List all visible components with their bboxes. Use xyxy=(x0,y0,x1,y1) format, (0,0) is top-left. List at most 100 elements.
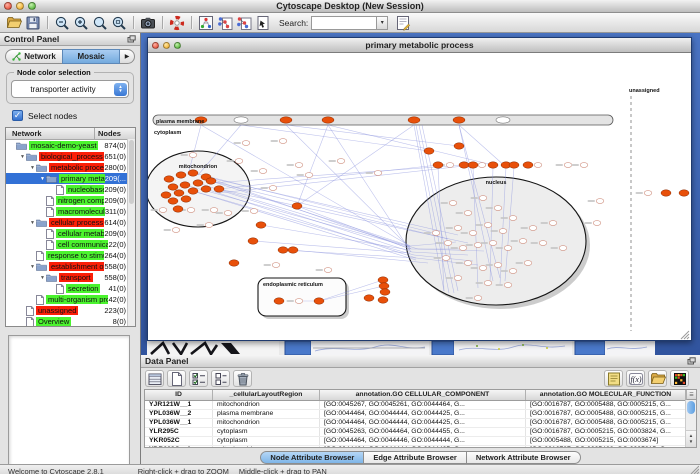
tree-row[interactable]: ▼metabolic process280(0) xyxy=(6,162,135,173)
gene-node[interactable] xyxy=(549,221,557,226)
selected-gene-node[interactable] xyxy=(180,182,190,188)
gene-node[interactable] xyxy=(295,299,303,304)
tab-edge-attribute-browser[interactable]: Edge Attribute Browser xyxy=(364,451,466,464)
zoom-in-button[interactable] xyxy=(72,14,89,31)
selected-gene-node[interactable] xyxy=(256,222,266,228)
selected-gene-node[interactable] xyxy=(174,190,184,196)
edge[interactable] xyxy=(219,165,438,189)
tree-row[interactable]: ▼biological_process651(0) xyxy=(6,151,135,162)
selected-gene-node[interactable] xyxy=(229,260,239,266)
tree-row[interactable]: ▼establishment of lo558(0) xyxy=(6,261,135,272)
selected-gene-node[interactable] xyxy=(661,190,671,196)
close-button[interactable] xyxy=(4,2,12,10)
gene-node[interactable] xyxy=(295,163,303,168)
enhanced-search-button[interactable] xyxy=(394,14,411,31)
expander-icon[interactable]: ▼ xyxy=(39,176,46,182)
table-corner-button[interactable]: ☰ xyxy=(686,390,696,400)
gene-node[interactable] xyxy=(534,163,542,168)
maximize-button[interactable] xyxy=(28,2,36,10)
gene-node[interactable] xyxy=(478,163,486,168)
selected-gene-node[interactable] xyxy=(424,148,434,154)
table-row[interactable]: YDR039C__1mitochondrion[GO:0044464, GO:0… xyxy=(145,446,696,448)
new-attribute-button[interactable] xyxy=(167,370,186,387)
selected-gene-node[interactable] xyxy=(280,117,292,123)
float-data-panel-icon[interactable] xyxy=(687,357,696,365)
gene-node[interactable] xyxy=(644,191,652,196)
tab-network-attribute-browser[interactable]: Network Attribute Browser xyxy=(467,451,581,464)
edge[interactable] xyxy=(286,125,411,249)
gene-node[interactable] xyxy=(242,141,250,146)
selected-gene-node[interactable] xyxy=(173,206,183,212)
tree-row[interactable]: unassigned223(0) xyxy=(6,305,135,316)
select-nodes-checkbox[interactable]: ✓ xyxy=(12,110,23,121)
selected-gene-node[interactable] xyxy=(201,186,211,192)
unselect-attributes-button[interactable] xyxy=(211,370,230,387)
table-row[interactable]: YPL036W__2plasma membrane[GO:0044464, GO… xyxy=(145,410,696,419)
table-row[interactable]: YPL036W__1mitochondrion[GO:0044464, GO:0… xyxy=(145,419,696,428)
gene-node[interactable] xyxy=(432,231,440,236)
gene-node[interactable] xyxy=(479,266,487,271)
edge[interactable] xyxy=(211,165,464,183)
gene-node[interactable] xyxy=(374,171,382,176)
gene-node[interactable] xyxy=(529,226,537,231)
selected-gene-node[interactable] xyxy=(278,247,288,253)
expander-icon[interactable]: ▼ xyxy=(39,275,46,281)
gene-node[interactable] xyxy=(224,211,232,216)
gene-node[interactable] xyxy=(210,208,218,213)
frame-close-button[interactable] xyxy=(152,42,159,49)
edge[interactable] xyxy=(261,225,410,250)
gene-node[interactable] xyxy=(442,256,450,261)
gene-node[interactable] xyxy=(524,261,532,266)
search-dropdown-arrow[interactable]: ▾ xyxy=(377,16,388,30)
selected-gene-node[interactable] xyxy=(468,162,478,168)
attribute-table-header[interactable]: ID_cellularLayoutRegionannotation.GO CEL… xyxy=(145,390,696,401)
tree-row[interactable]: mosaic-demo-yeast874(0) xyxy=(6,140,135,151)
tree-row[interactable]: ▼cellular process614(0) xyxy=(6,217,135,228)
gene-node[interactable] xyxy=(464,261,472,266)
gene-node[interactable] xyxy=(504,283,512,288)
gene-node[interactable] xyxy=(484,281,492,286)
gene-node[interactable] xyxy=(234,117,248,123)
matrix-view-button[interactable] xyxy=(670,370,689,387)
gene-node[interactable] xyxy=(489,241,497,246)
frame-maximize-button[interactable] xyxy=(174,42,181,49)
node-color-combobox[interactable]: transporter activity ▲▼ xyxy=(11,80,129,98)
tree-row[interactable]: response to stimulu264(0) xyxy=(6,250,135,261)
selected-gene-node[interactable] xyxy=(523,162,533,168)
network-overview[interactable] xyxy=(8,335,130,469)
tree-row[interactable]: cell communicat22(0) xyxy=(6,239,135,250)
gene-node[interactable] xyxy=(499,229,507,234)
zoom-selected-button[interactable] xyxy=(91,14,108,31)
frame-resize-grip[interactable] xyxy=(681,331,689,339)
edge[interactable] xyxy=(297,206,410,249)
zoom-out-button[interactable] xyxy=(53,14,70,31)
tree-row[interactable]: nucleobase-c209(0) xyxy=(6,184,135,195)
tree-row[interactable]: multi-organism pro42(0) xyxy=(6,294,135,305)
tab-network[interactable]: Network xyxy=(5,49,62,64)
gene-node[interactable] xyxy=(593,221,601,226)
gene-node[interactable] xyxy=(596,199,604,204)
selected-gene-node[interactable] xyxy=(288,247,298,253)
gene-node[interactable] xyxy=(454,226,462,231)
selected-gene-node[interactable] xyxy=(364,295,374,301)
tree-row[interactable]: cellular metabol209(0) xyxy=(6,228,135,239)
snapshot-button[interactable] xyxy=(139,14,156,31)
gene-node[interactable] xyxy=(444,241,452,246)
selected-gene-node[interactable] xyxy=(292,203,302,209)
selected-gene-node[interactable] xyxy=(408,117,420,123)
gene-node[interactable] xyxy=(539,241,547,246)
zoom-fit-button[interactable] xyxy=(110,14,127,31)
gene-node[interactable] xyxy=(205,223,213,228)
import-attributes-button[interactable] xyxy=(648,370,667,387)
gene-node[interactable] xyxy=(269,186,277,191)
selected-gene-node[interactable] xyxy=(509,162,519,168)
selected-gene-node[interactable] xyxy=(453,117,465,123)
selected-gene-node[interactable] xyxy=(378,277,388,283)
table-row[interactable]: YJR121W__1mitochondrion[GO:0045267, GO:0… xyxy=(145,401,696,410)
expander-icon[interactable]: ▼ xyxy=(19,154,26,160)
tree-row[interactable]: nitrogen compoun209(0) xyxy=(6,195,135,206)
tabs-overflow-button[interactable]: ▶ xyxy=(120,49,135,64)
gene-node[interactable] xyxy=(172,228,180,233)
gene-node[interactable] xyxy=(189,153,197,158)
selected-gene-node[interactable] xyxy=(181,196,191,202)
